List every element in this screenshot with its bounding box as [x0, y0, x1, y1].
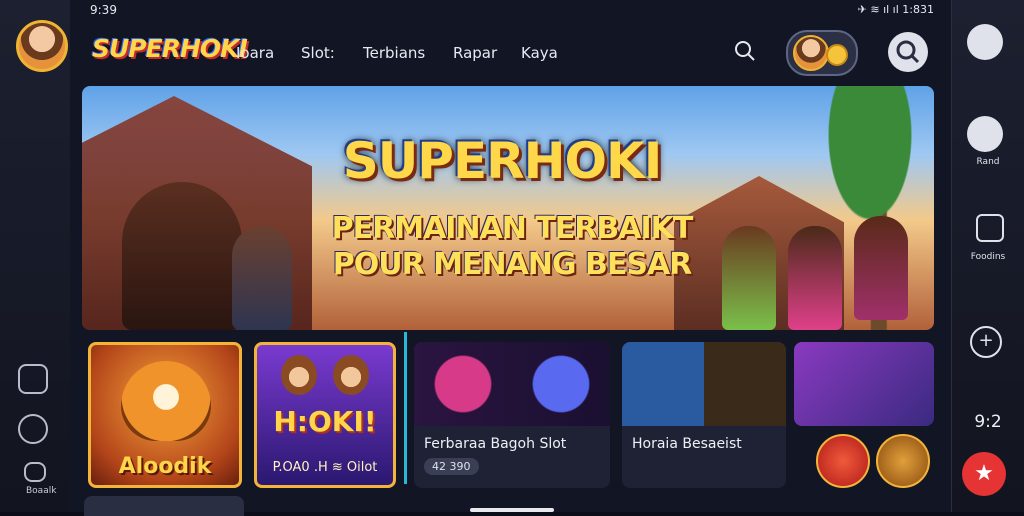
- status-icons: ✈ ≋ ıl ıl 1:831: [857, 3, 934, 16]
- game-card-tiger-label: Aloodik: [118, 454, 212, 479]
- hero-character-girl-3: [854, 216, 908, 320]
- hero-subtitle-line-1: PERMAINAN TERBAIKT: [331, 211, 694, 246]
- tiger-illustration: [121, 361, 211, 441]
- game-card-bonus-title: Horaia Besaeist: [632, 436, 742, 452]
- game-card-slot[interactable]: Ferbaraa Bagoh Slot 42 390: [414, 342, 610, 488]
- nav-link-rapar[interactable]: Rapar: [453, 44, 497, 62]
- top-navigation: SUPERHOKI Ioara Slot: Terbians Rapar Kay…: [70, 24, 952, 80]
- game-card-girl[interactable]: [794, 342, 934, 426]
- bottom-toolbar-pill[interactable]: [84, 496, 244, 516]
- hero-character-boy: [232, 226, 292, 330]
- game-card-slot-badge: 42 390: [424, 458, 479, 475]
- right-rail-label-foodins: Foodins: [970, 252, 1006, 262]
- bonus-button[interactable]: [876, 434, 930, 488]
- brand-logo[interactable]: SUPERHOKI: [92, 34, 248, 63]
- status-bar: 9:39 ✈ ≋ ıl ıl 1:831: [70, 0, 952, 20]
- slot-thumbnail: [414, 342, 610, 426]
- game-cards: Aloodik H:OKI! P.OA0 .H ≋ Oilot Ferbaraa…: [70, 332, 952, 516]
- home-indicator: [470, 508, 554, 512]
- left-rail-label: Boaalk: [26, 486, 57, 496]
- right-rail-label-rand: Rand: [976, 157, 1000, 167]
- star-icon[interactable]: ★: [962, 452, 1006, 496]
- game-card-bonus[interactable]: Horaia Besaeist: [622, 342, 786, 488]
- status-time: 9:39: [90, 3, 117, 17]
- monkey-illustration-1: [281, 355, 317, 395]
- search-icon[interactable]: [732, 38, 758, 64]
- hero-subtitle-line-2: POUR MENANG BESAR: [332, 247, 693, 282]
- bonus-thumbnail: [622, 342, 786, 426]
- nav-link-home[interactable]: Ioara: [236, 44, 274, 62]
- heart-icon[interactable]: [967, 116, 1003, 152]
- game-card-hoki[interactable]: H:OKI! P.OA0 .H ≋ Oilot: [254, 342, 396, 488]
- left-rail: Boaalk: [0, 0, 71, 512]
- right-rail: Rand Foodins + 9:2 ★: [951, 0, 1024, 512]
- hero-subtitle: PERMAINAN TERBAIKT POUR MENANG BESAR: [292, 211, 732, 283]
- right-rail-number: 9:2: [974, 412, 1002, 432]
- home-icon[interactable]: [24, 462, 46, 482]
- hero-banner[interactable]: SUPERHOKI PERMAINAN TERBAIKT POUR MENANG…: [82, 86, 934, 330]
- nav-link-kaya[interactable]: Kaya: [521, 44, 558, 62]
- user-avatar[interactable]: [16, 20, 68, 72]
- hero-title: SUPERHOKI: [342, 132, 663, 190]
- hero-character-man: [122, 182, 242, 330]
- game-card-hoki-title: H:OKI!: [273, 405, 377, 438]
- nav-link-slot[interactable]: Slot:: [301, 44, 335, 62]
- refresh-icon[interactable]: [18, 414, 48, 444]
- game-card-tiger[interactable]: Aloodik: [88, 342, 242, 488]
- gift-button[interactable]: [816, 434, 870, 488]
- hero-character-girl-2: [788, 226, 842, 330]
- nav-link-terbaru[interactable]: Terbians: [363, 44, 425, 62]
- main-area: 9:39 ✈ ≋ ıl ıl 1:831 SUPERHOKI Ioara Slo…: [70, 0, 952, 516]
- device-frame: Boaalk 9:39 ✈ ≋ ıl ıl 1:831 SUPERHOKI Io…: [0, 0, 1024, 516]
- share-icon[interactable]: [976, 214, 1004, 242]
- plus-icon[interactable]: +: [970, 326, 1002, 358]
- copy-icon[interactable]: [18, 364, 48, 394]
- profile-button[interactable]: [786, 30, 858, 76]
- monkey-illustration-2: [333, 355, 369, 395]
- search-button[interactable]: [888, 32, 928, 72]
- coin-icon: [826, 44, 848, 66]
- section-divider: [404, 332, 407, 484]
- game-card-hoki-subtitle: P.OA0 .H ≋ Oilot: [272, 460, 378, 475]
- game-card-slot-title: Ferbaraa Bagoh Slot: [424, 436, 567, 452]
- profile-avatar: [793, 35, 829, 71]
- gear-icon[interactable]: [967, 24, 1003, 60]
